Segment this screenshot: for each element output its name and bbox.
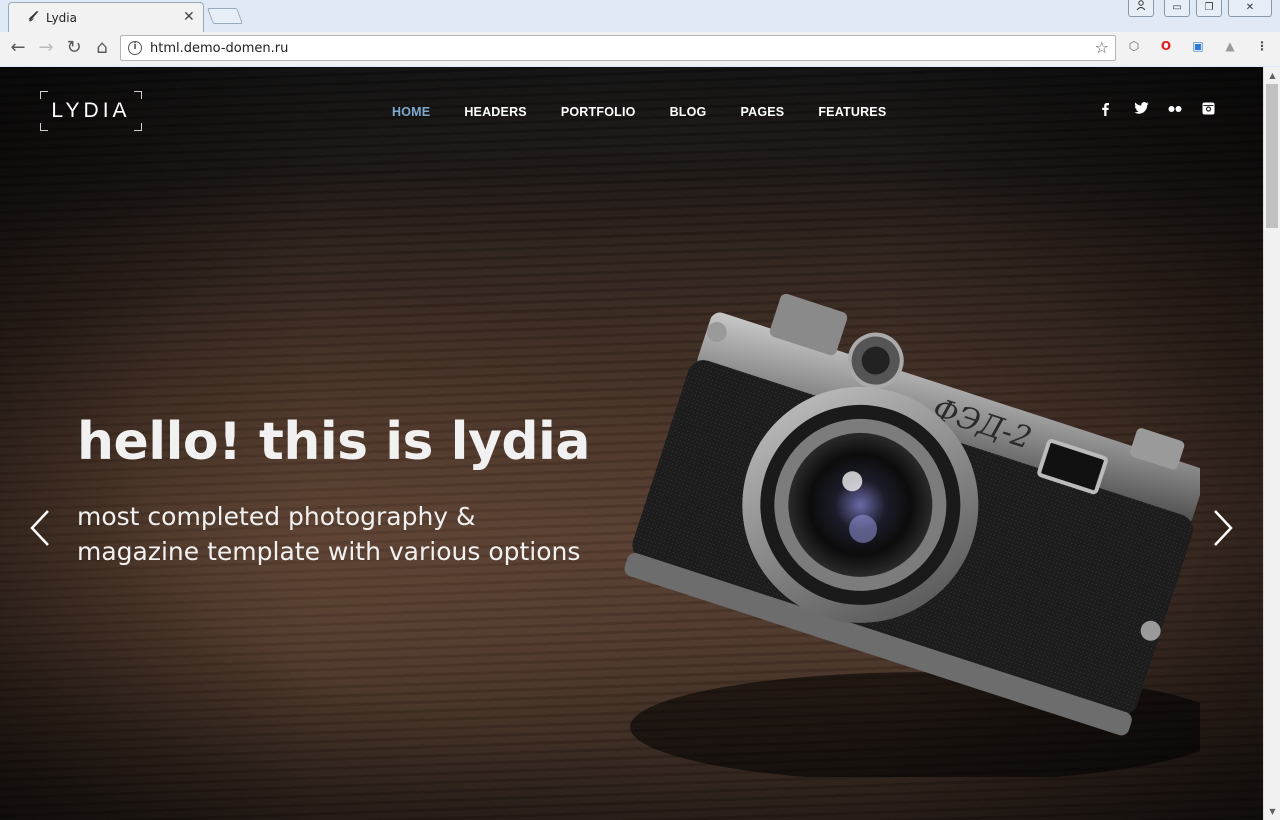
tab-strip: 𝓁 Lydia ✕ ▭ ❐ ✕ (0, 0, 1280, 32)
minimize-icon[interactable]: ▭ (1164, 0, 1190, 17)
scroll-down-icon[interactable]: ▼ (1264, 803, 1280, 820)
slider-prev-icon[interactable] (26, 507, 56, 549)
nav-item-headers[interactable]: HEADERS (464, 105, 527, 119)
main-nav: HOME HEADERS PORTFOLIO BLOG PAGES FEATUR… (392, 105, 920, 119)
favicon-icon: 𝓁 (28, 9, 34, 25)
browser-chrome: 𝓁 Lydia ✕ ▭ ❐ ✕ ← → ↻ ⌂ i html.demo-dome… (0, 0, 1280, 66)
logo-text: LYDIA (51, 99, 131, 122)
site-logo[interactable]: LYDIA (40, 91, 142, 131)
translate-extension-icon[interactable]: ▣ (1189, 39, 1207, 57)
logo-corner (40, 123, 48, 131)
new-tab-button[interactable] (207, 8, 243, 24)
extension-tag-icon[interactable]: ⬡ (1125, 39, 1143, 57)
address-bar[interactable]: i html.demo-domen.ru ☆ (120, 35, 1116, 61)
page-scrollbar[interactable]: ▲ ▼ (1263, 67, 1280, 820)
tab-title: Lydia (46, 11, 77, 25)
info-icon[interactable]: i (128, 41, 142, 55)
back-icon[interactable]: ← (6, 36, 30, 60)
hero-title: hello! this is lydia (77, 412, 590, 472)
logo-corner (134, 123, 142, 131)
restore-icon[interactable]: ❐ (1196, 0, 1222, 17)
hero-subtitle-line: magazine template with various options (77, 537, 581, 566)
home-icon[interactable]: ⌂ (90, 36, 114, 60)
nav-item-features[interactable]: FEATURES (818, 105, 886, 119)
nav-item-portfolio[interactable]: PORTFOLIO (561, 105, 636, 119)
flickr-icon[interactable] (1168, 102, 1202, 120)
browser-toolbar: ← → ↻ ⌂ i html.demo-domen.ru ☆ ⬡ O ▣ ▲ ⋮ (0, 32, 1280, 66)
nav-item-pages[interactable]: PAGES (740, 105, 784, 119)
hero-subtitle-line: most completed photography & (77, 502, 476, 531)
close-icon[interactable]: ✕ (1228, 0, 1272, 17)
user-icon[interactable] (1128, 0, 1154, 17)
camera-image: ФЭД-2 (624, 293, 1200, 777)
twitter-icon[interactable] (1134, 102, 1168, 120)
reload-icon[interactable]: ↻ (62, 36, 86, 60)
window-controls: ▭ ❐ ✕ (1128, 0, 1272, 18)
logo-corner (134, 91, 142, 99)
drive-extension-icon[interactable]: ▲ (1221, 39, 1239, 57)
nav-item-blog[interactable]: BLOG (670, 105, 707, 119)
opera-extension-icon[interactable]: O (1157, 39, 1175, 57)
social-links (1100, 102, 1236, 120)
hero-subtitle: most completed photography & magazine te… (77, 499, 637, 569)
forward-icon[interactable]: → (34, 36, 58, 60)
facebook-icon[interactable] (1100, 102, 1134, 120)
nav-item-home[interactable]: HOME (392, 105, 430, 119)
menu-dots-icon[interactable]: ⋮ (1253, 39, 1271, 57)
url-text: html.demo-domen.ru (150, 41, 289, 56)
slider-next-icon[interactable] (1207, 507, 1237, 549)
scroll-up-icon[interactable]: ▲ (1264, 67, 1280, 84)
tab-close-icon[interactable]: ✕ (183, 9, 195, 25)
browser-tab[interactable]: 𝓁 Lydia ✕ (8, 2, 204, 32)
instagram-icon[interactable] (1202, 102, 1236, 120)
scroll-thumb[interactable] (1266, 84, 1278, 228)
hero-slider: ФЭД-2 LYDIA HOME HEADERS PORTFOLIO BLOG … (0, 67, 1263, 820)
logo-corner (40, 91, 48, 99)
bookmark-star-icon[interactable]: ☆ (1095, 38, 1109, 57)
